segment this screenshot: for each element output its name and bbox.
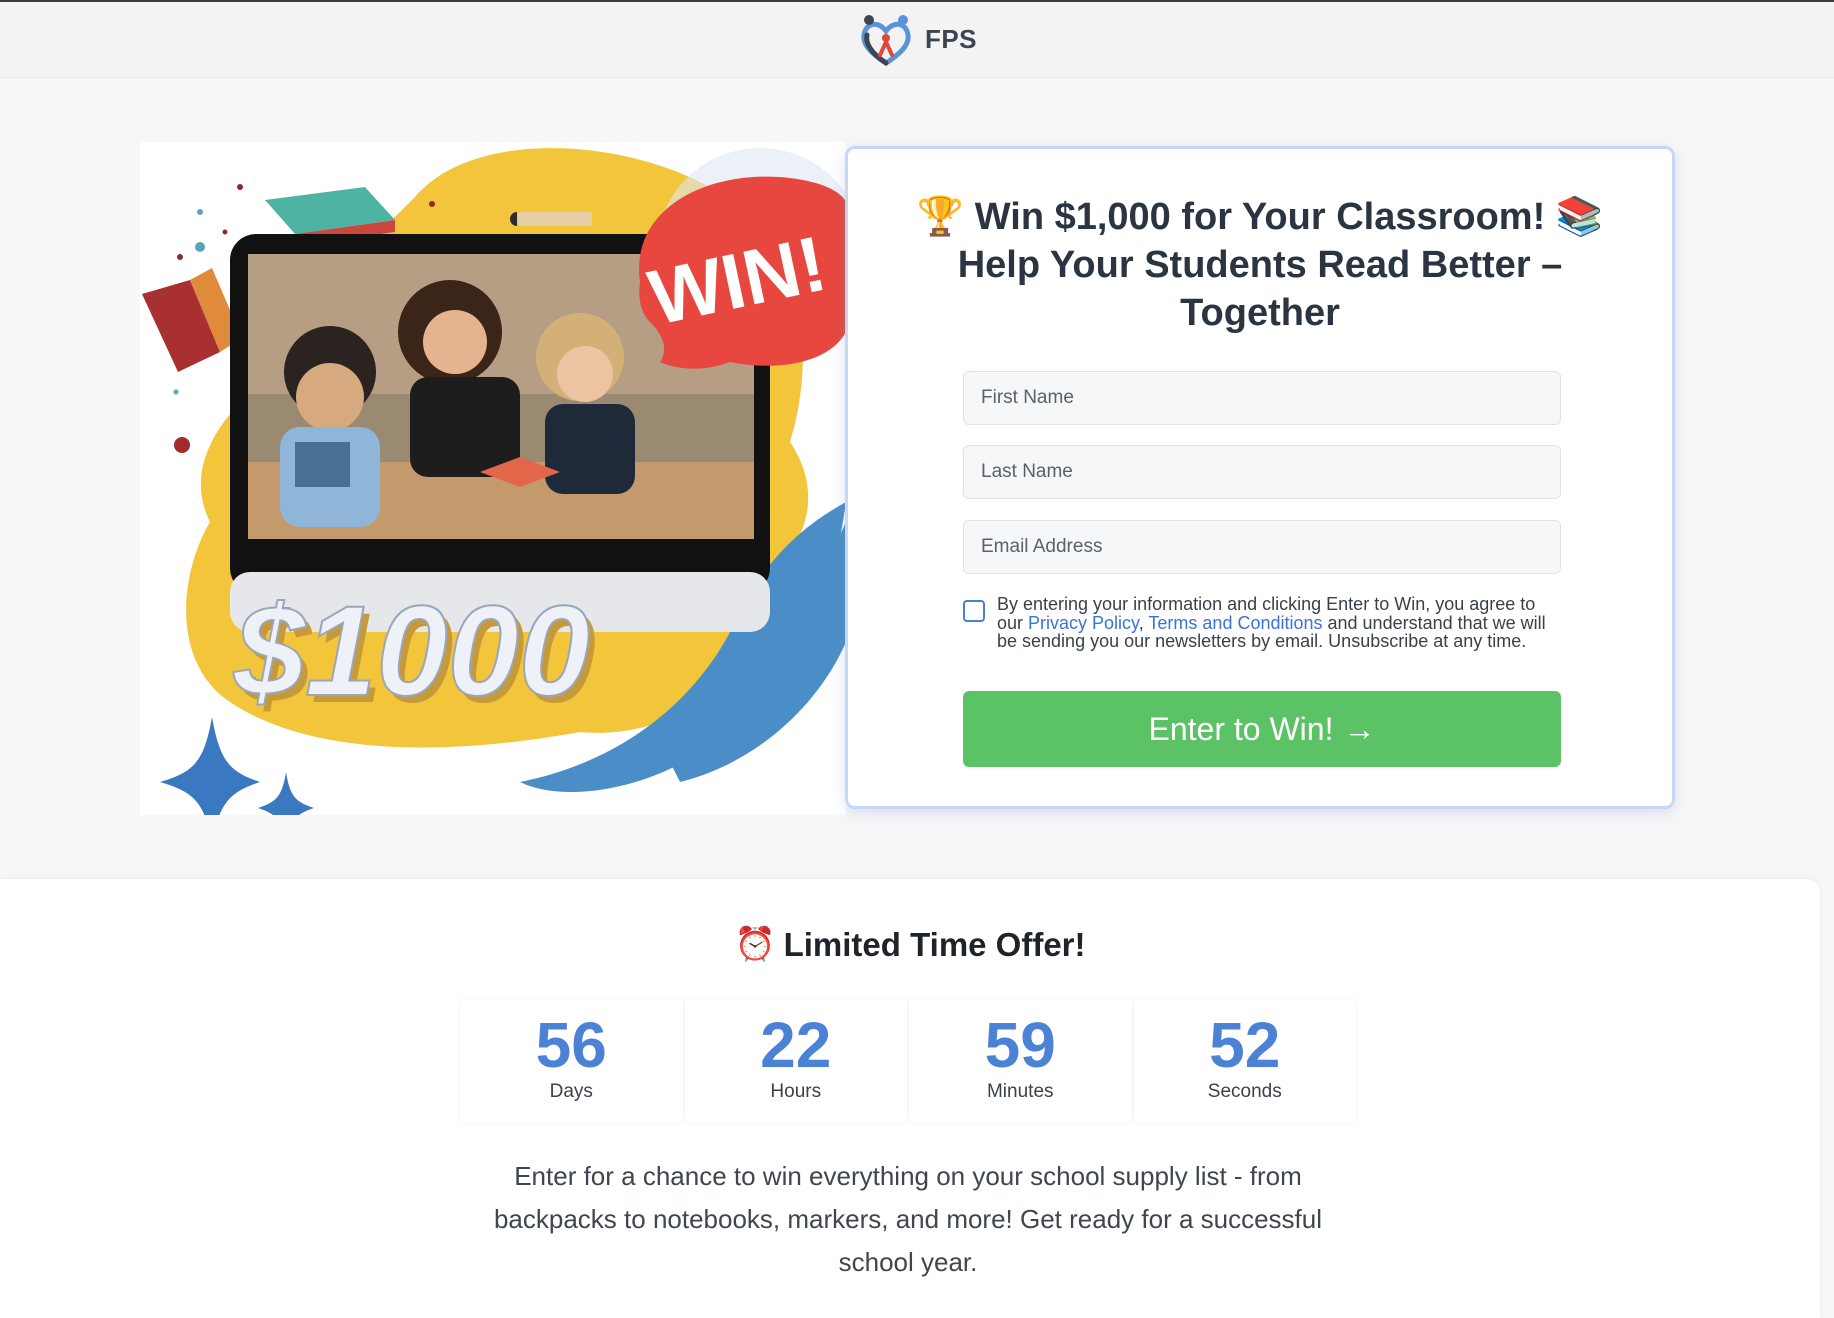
consent-row: By entering your information and clickin… — [963, 595, 1563, 651]
timer-minutes-value: 59 — [984, 1009, 1056, 1081]
form-title-line1: Win $1,000 for Your Classroom! — [974, 196, 1546, 238]
timer-hours: 22 Hours — [684, 999, 907, 1123]
entry-form-card: 🏆 Win $1,000 for Your Classroom! 📚 Help … — [845, 146, 1675, 809]
timer-hours-label: Hours — [770, 1081, 822, 1102]
timer-days-label: Days — [549, 1081, 593, 1102]
books-icon: 📚 — [1555, 196, 1604, 238]
limited-offer-panel: ⏰ Limited Time Offer! 56 Days 22 Hours 5… — [0, 879, 1820, 1318]
timer-seconds: 52 Seconds — [1133, 999, 1356, 1123]
red-book — [142, 268, 242, 372]
timer-minutes-label: Minutes — [986, 1081, 1054, 1102]
offer-title-text: Limited Time Offer! — [783, 925, 1086, 963]
blue-star-large — [160, 717, 260, 815]
enter-to-win-label: Enter to Win! — [1148, 710, 1334, 747]
countdown-timer: 56 Days 22 Hours 59 Minutes 52 Seconds — [460, 999, 1356, 1123]
arrow-right-icon: → — [1343, 710, 1376, 747]
terms-link[interactable]: Terms and Conditions — [1148, 613, 1322, 633]
consent-text: By entering your information and clickin… — [997, 595, 1563, 651]
offer-title: ⏰ Limited Time Offer! — [0, 925, 1820, 964]
timer-minutes: 59 Minutes — [909, 999, 1132, 1123]
alarm-clock-icon: ⏰ — [734, 925, 776, 962]
timer-seconds-label: Seconds — [1207, 1081, 1282, 1102]
consent-checkbox[interactable] — [963, 600, 985, 622]
privacy-policy-link[interactable]: Privacy Policy — [1028, 613, 1139, 633]
prize-text: $1000 — [233, 580, 590, 723]
trophy-icon: 🏆 — [916, 196, 965, 238]
hero-image: WIN! $1000 $1000 — [140, 142, 846, 815]
blue-star-small — [258, 772, 314, 815]
heart-family-icon — [861, 14, 911, 66]
timer-days-value: 56 — [535, 1009, 607, 1081]
timer-hours-value: 22 — [760, 1009, 832, 1081]
logo-text: FPS — [924, 24, 978, 54]
fps-logo[interactable]: FPS — [857, 11, 977, 69]
form-title-line2: Help Your Students Read Better – Togethe… — [957, 244, 1563, 334]
form-title: 🏆 Win $1,000 for Your Classroom! 📚 Help … — [888, 193, 1632, 337]
email-input[interactable] — [963, 520, 1561, 574]
offer-description: Enter for a chance to win everything on … — [493, 1161, 1323, 1277]
timer-days: 56 Days — [460, 999, 683, 1123]
small-books — [510, 212, 592, 226]
first-name-input[interactable] — [963, 371, 1561, 425]
timer-seconds-value: 52 — [1209, 1009, 1281, 1081]
top-bar: FPS — [0, 0, 1834, 78]
last-name-input[interactable] — [963, 445, 1561, 499]
enter-to-win-button[interactable]: Enter to Win! → — [963, 691, 1561, 767]
consent-comma: , — [1138, 612, 1149, 633]
